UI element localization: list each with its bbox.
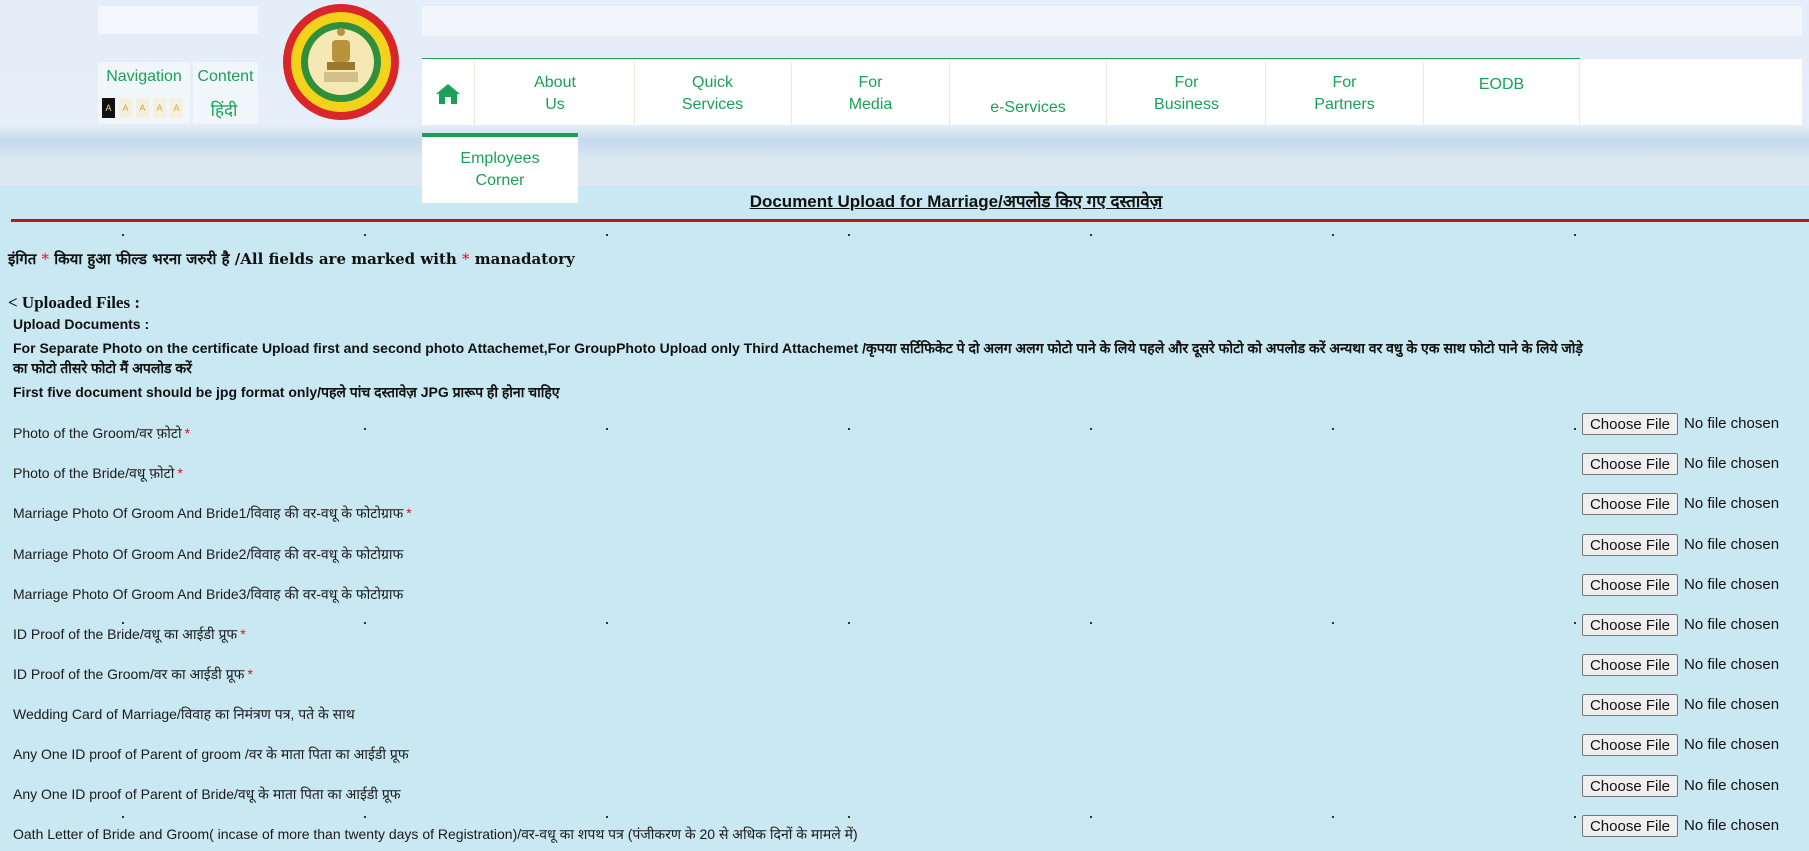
menu-for-business-line1: For [1174, 73, 1199, 91]
required-star: * [240, 626, 246, 642]
header-search-box[interactable] [98, 6, 258, 34]
decorative-dots [0, 428, 1809, 430]
jpg-format-note: First five document should be jpg format… [13, 384, 560, 400]
mandatory-suffix: manadatory [474, 250, 575, 268]
required-star: * [462, 250, 470, 268]
decorative-dots [0, 234, 1809, 236]
hindi-language-link[interactable]: हिंदी [193, 98, 255, 121]
choose-file-button-groom-photo[interactable]: Choose File [1582, 413, 1678, 435]
label-text: ID Proof of the Groom/वर का आईडी प्रूफ [13, 666, 245, 682]
photo-upload-instructions: For Separate Photo on the certificate Up… [13, 340, 1583, 376]
file-status-bride-photo: No file chosen [1684, 455, 1780, 472]
home-icon [436, 83, 460, 104]
document-label-bride-photo: Photo of the Bride/वधू फ़ोटो * [13, 464, 183, 483]
choose-file-button-marriage-photo-2[interactable]: Choose File [1582, 534, 1678, 556]
choose-file-button-bride-parent-id[interactable]: Choose File [1582, 775, 1678, 797]
state-emblem-logo [283, 4, 399, 120]
mandatory-middle: किया हुआ फील्ड भरना जरुरी है /All fields… [54, 250, 457, 268]
menu-for-partners[interactable]: For Partners [1266, 62, 1424, 125]
file-status-groom-photo: No file chosen [1684, 415, 1780, 432]
choose-file-button-wedding-card[interactable]: Choose File [1582, 694, 1678, 716]
label-text: Oath Letter of Bride and Groom( incase o… [13, 826, 858, 842]
file-status-marriage-photo-3: No file chosen [1684, 576, 1780, 593]
mandatory-prefix: इंगित [8, 250, 37, 268]
document-label-groom-id-proof: ID Proof of the Groom/वर का आईडी प्रूफ * [13, 665, 253, 684]
label-text: Marriage Photo Of Groom And Bride3/विवाह… [13, 586, 404, 602]
menu-for-partners-line1: For [1332, 73, 1357, 91]
required-star: * [184, 425, 191, 441]
content-label: Content [197, 68, 254, 85]
document-label-bride-id-proof: ID Proof of the Bride/वधू का आईडी प्रूफ * [13, 625, 246, 644]
file-status-marriage-photo-1: No file chosen [1684, 495, 1780, 512]
required-star: * [247, 666, 253, 682]
menu-for-media-line1: For [858, 73, 883, 91]
menu-for-business-line2: Business [1154, 95, 1219, 113]
label-text: Photo of the Groom/वर फ़ोटो [13, 425, 182, 441]
label-text: Marriage Photo Of Groom And Bride1/विवाह… [13, 505, 404, 521]
menu-eodb[interactable]: EODB [1424, 62, 1580, 125]
font-size-controls: AAAAA [102, 98, 187, 118]
file-status-groom-id-proof: No file chosen [1684, 656, 1780, 673]
menu-home[interactable] [422, 62, 475, 125]
menu-eodb-label: EODB [1478, 76, 1525, 93]
choose-file-button-bride-photo[interactable]: Choose File [1582, 453, 1678, 475]
document-label-marriage-photo-2: Marriage Photo Of Groom And Bride2/विवाह… [13, 545, 406, 564]
required-star: * [177, 465, 183, 481]
label-text: Any One ID proof of Parent of groom /वर … [13, 746, 409, 762]
label-text: Marriage Photo Of Groom And Bride2/विवाह… [13, 546, 404, 562]
document-label-bride-parent-id: Any One ID proof of Parent of Bride/वधू … [13, 785, 404, 804]
decorative-dots [0, 622, 1809, 624]
file-status-bride-parent-id: No file chosen [1684, 777, 1780, 794]
label-text: Photo of the Bride/वधू फ़ोटो [13, 465, 175, 481]
menu-employees-line1: Employees [460, 150, 540, 167]
menu-for-media-line2: Media [848, 95, 893, 113]
menu-for-business[interactable]: For Business [1108, 62, 1266, 125]
uploaded-files-heading[interactable]: < Uploaded Files : [8, 293, 140, 313]
menu-quick-services-line2: Services [681, 95, 744, 113]
upload-documents-heading: Upload Documents : [13, 316, 150, 332]
menu-e-services[interactable]: e-Services [950, 62, 1107, 125]
required-star: * [406, 505, 412, 521]
menu-about-us-line2: Us [545, 95, 565, 113]
document-label-marriage-photo-3: Marriage Photo Of Groom And Bride3/विवाह… [13, 585, 406, 604]
menu-about-us-line1: About [534, 73, 576, 91]
menu-for-media[interactable]: For Media [792, 62, 950, 125]
file-status-wedding-card: No file chosen [1684, 696, 1780, 713]
document-label-marriage-photo-1: Marriage Photo Of Groom And Bride1/विवाह… [13, 504, 412, 523]
font-size-option[interactable]: A [153, 98, 166, 118]
document-label-oath-letter: Oath Letter of Bride and Groom( incase o… [13, 825, 861, 844]
choose-file-button-bride-id-proof[interactable]: Choose File [1582, 614, 1678, 636]
mandatory-note: इंगित * किया हुआ फील्ड भरना जरुरी है /Al… [8, 249, 575, 269]
document-label-wedding-card: Wedding Card of Marriage/विवाह का निमंत्… [13, 705, 358, 724]
page-title: Document Upload for Marriage/अपलोड किए ग… [749, 192, 1163, 211]
required-star: * [41, 250, 49, 268]
font-size-option[interactable]: A [102, 98, 115, 118]
file-status-oath-letter: No file chosen [1684, 817, 1780, 834]
navigation-label: Navigation [106, 68, 182, 85]
header-top-bar [422, 6, 1802, 36]
font-size-option[interactable]: A [136, 98, 149, 118]
menu-e-services-label: e-Services [990, 99, 1066, 116]
label-text: Any One ID proof of Parent of Bride/वधू … [13, 786, 401, 802]
choose-file-button-marriage-photo-1[interactable]: Choose File [1582, 493, 1678, 515]
decorative-dots [0, 816, 1809, 818]
choose-file-button-oath-letter[interactable]: Choose File [1582, 815, 1678, 837]
label-text: Wedding Card of Marriage/विवाह का निमंत्… [13, 706, 355, 722]
file-status-bride-id-proof: No file chosen [1684, 616, 1780, 633]
menu-quick-services-line1: Quick [692, 73, 733, 91]
menu-for-partners-line2: Partners [1314, 95, 1375, 113]
document-label-groom-parent-id: Any One ID proof of Parent of groom /वर … [13, 745, 412, 764]
label-text: ID Proof of the Bride/वधू का आईडी प्रूफ [13, 626, 238, 642]
document-label-groom-photo: Photo of the Groom/वर फ़ोटो * [13, 424, 190, 443]
menu-quick-services[interactable]: Quick Services [634, 62, 792, 125]
choose-file-button-marriage-photo-3[interactable]: Choose File [1582, 574, 1678, 596]
choose-file-button-groom-id-proof[interactable]: Choose File [1582, 654, 1678, 676]
font-size-option[interactable]: A [170, 98, 183, 118]
font-size-option[interactable]: A [119, 98, 132, 118]
menu-about-us[interactable]: About Us [476, 62, 635, 125]
file-status-groom-parent-id: No file chosen [1684, 736, 1780, 753]
file-status-marriage-photo-2: No file chosen [1684, 536, 1780, 553]
title-divider [11, 219, 1809, 222]
choose-file-button-groom-parent-id[interactable]: Choose File [1582, 734, 1678, 756]
